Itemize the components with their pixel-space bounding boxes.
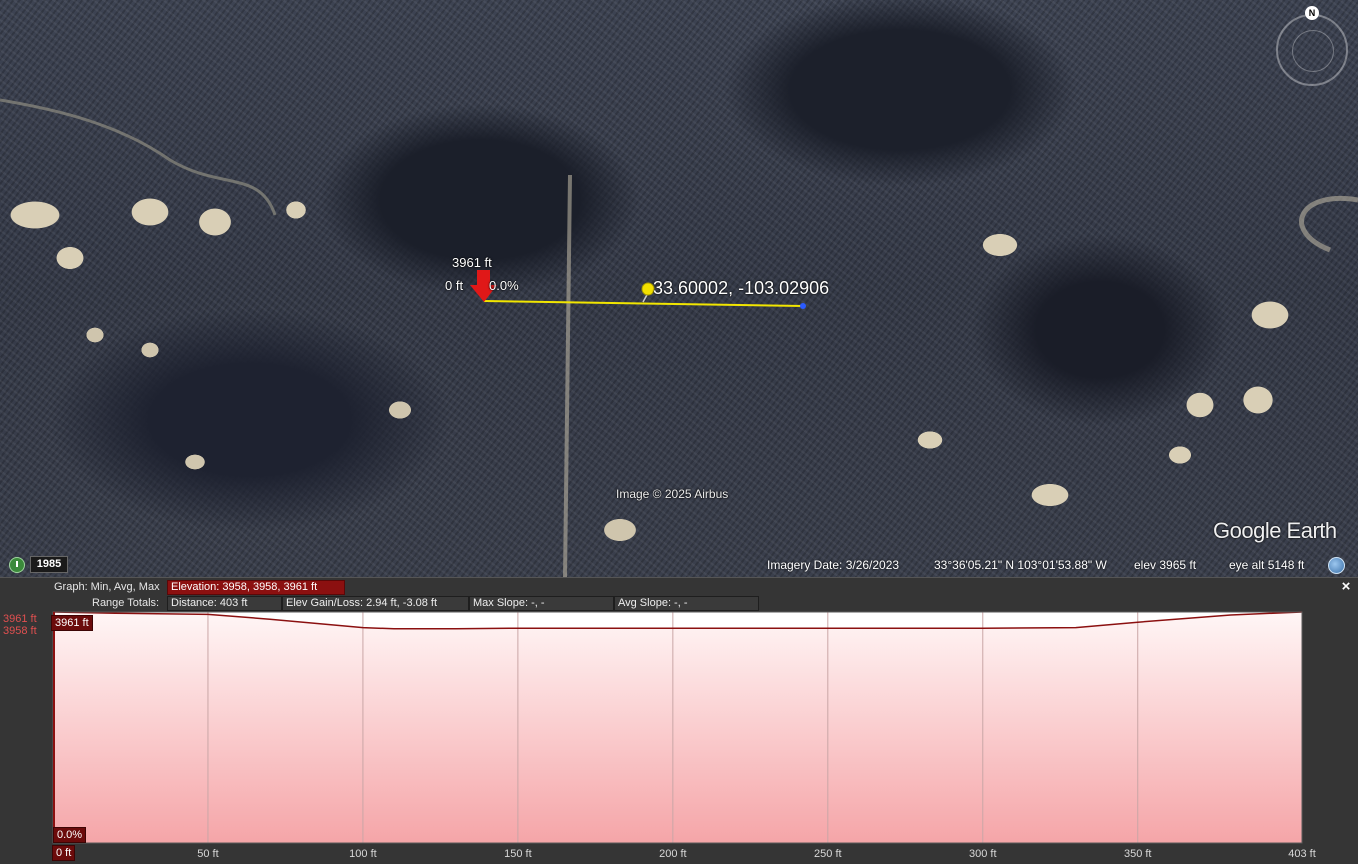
dirt-road-east xyxy=(1299,196,1358,253)
google-earth-logo: Google Earth xyxy=(1213,518,1337,543)
marker-slope-label: 0.0% xyxy=(489,278,519,293)
placemark-label[interactable]: 33.60002, -103.02906 xyxy=(653,278,829,299)
cursor-lat-long: 33°36'05.21" N 103°01'53.88" W xyxy=(934,558,1107,572)
max-elevation-tag: 3961 ft xyxy=(51,615,93,631)
elevation-area xyxy=(53,612,1302,843)
x-tick-label: 200 ft xyxy=(659,848,687,860)
elevation-profile-panel: × Graph: Min, Avg, Max Range Totals: Ele… xyxy=(0,577,1358,864)
dirt-road xyxy=(0,98,277,216)
x-tick-label: 250 ft xyxy=(814,848,842,860)
marker-distance-label: 0 ft xyxy=(445,278,464,293)
slope-tag: 0.0% xyxy=(53,827,87,843)
cursor-elevation: elev 3965 ft xyxy=(1134,558,1197,572)
x-tick-label: 150 ft xyxy=(504,848,532,860)
x-tick-label: 300 ft xyxy=(969,848,997,860)
imagery-copyright: Image © 2025 Airbus xyxy=(616,487,729,501)
globe-icon[interactable] xyxy=(1328,557,1345,574)
position-tag: 0 ft xyxy=(52,845,76,861)
x-tick-label: 50 ft xyxy=(197,848,218,860)
compass-north-button[interactable]: N xyxy=(1305,6,1319,20)
marker-elevation-label: 3961 ft xyxy=(452,255,492,270)
compass-icon[interactable] xyxy=(1276,14,1348,86)
map-viewport[interactable]: 3961 ft 0 ft 0.0% 33.60002, -103.02906 I… xyxy=(0,0,1358,577)
x-tick-label: 350 ft xyxy=(1124,848,1152,860)
google-earth-window: 3961 ft 0 ft 0.0% 33.60002, -103.02906 I… xyxy=(0,0,1358,864)
imagery-date: Imagery Date: 3/26/2023 xyxy=(767,558,900,572)
eye-altitude: eye alt 5148 ft xyxy=(1229,558,1305,572)
x-tick-label: 403 ft xyxy=(1288,848,1316,860)
x-tick-label: 100 ft xyxy=(349,848,377,860)
elevation-chart[interactable]: 50 ft 100 ft 150 ft 200 ft 250 ft 300 ft 350 f… xyxy=(0,578,1358,864)
path-end-point[interactable] xyxy=(800,303,806,309)
status-bar: Imagery Date: 3/26/2023 33°36'05.21" N 1… xyxy=(0,557,1358,577)
trail xyxy=(563,174,572,577)
